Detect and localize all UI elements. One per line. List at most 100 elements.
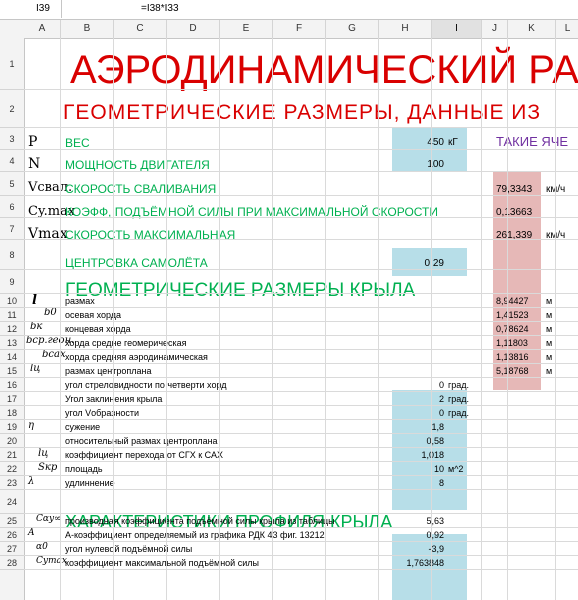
- row-label: СКОРОСТЬ СВАЛИВАНИЯ: [65, 182, 217, 196]
- row-label: угол нулевой подъёмной силы: [65, 544, 193, 554]
- row-header-13[interactable]: 13: [0, 336, 24, 350]
- row-header-1[interactable]: 1: [0, 38, 24, 90]
- row-label: хорда средне геомерическая: [65, 338, 187, 348]
- row-header-8[interactable]: 8: [0, 240, 24, 270]
- spreadsheet-grid[interactable]: АЭРОДИНАМИЧЕСКИЙ РА ГЕОМЕТРИЧЕСКИЕ РАЗМЕ…: [24, 38, 578, 600]
- grid-line: [24, 349, 578, 350]
- row-header-2[interactable]: 2: [0, 90, 24, 128]
- column-header-a[interactable]: A: [24, 20, 61, 38]
- grid-line: [24, 127, 578, 128]
- row-header-24[interactable]: 24: [0, 490, 24, 514]
- weight-value: 450: [427, 137, 444, 148]
- symbol-label: η: [28, 420, 34, 431]
- column-header-l[interactable]: L: [556, 20, 578, 38]
- row-label: угол Vобразности: [65, 408, 139, 418]
- row-header-14[interactable]: 14: [0, 350, 24, 364]
- grid-line: [24, 363, 578, 364]
- column-header-f[interactable]: F: [273, 20, 326, 38]
- row-header-28[interactable]: 28: [0, 556, 24, 570]
- grid-line: [481, 38, 482, 600]
- row-label: А-коэффициент определяемый из графика РД…: [65, 530, 325, 540]
- row-header-9[interactable]: 9: [0, 270, 24, 294]
- row-label: удлиннение: [65, 478, 115, 488]
- grid-line: [24, 475, 578, 476]
- column-header-b[interactable]: B: [61, 20, 114, 38]
- unit-label: град.: [448, 408, 470, 418]
- row-header-3[interactable]: 3: [0, 128, 24, 150]
- unit-label: град.: [448, 394, 470, 404]
- formula-bar: I39 =I38*I33: [0, 0, 578, 20]
- grid-line: [24, 419, 578, 420]
- value-cell: 8,94427: [496, 296, 529, 306]
- column-header-k[interactable]: K: [508, 20, 556, 38]
- grid-line: [24, 527, 578, 528]
- column-header-bar: ABCDEFGHIJKL: [0, 20, 578, 39]
- formula-input[interactable]: =I38*I33: [141, 0, 179, 18]
- name-box[interactable]: I39: [0, 0, 62, 18]
- row-header-15[interactable]: 15: [0, 364, 24, 378]
- row-header-16[interactable]: 16: [0, 378, 24, 392]
- grid-line: [166, 38, 167, 600]
- value-cell: 1,11803: [496, 338, 528, 348]
- row-header-20[interactable]: 20: [0, 434, 24, 448]
- row-label: МОЩНОСТЬ ДВИГАТЕЛЯ: [65, 158, 210, 172]
- row-header-26[interactable]: 26: [0, 528, 24, 542]
- column-header-d[interactable]: D: [167, 20, 220, 38]
- row-header-21[interactable]: 21: [0, 448, 24, 462]
- row-header-22[interactable]: 22: [0, 462, 24, 476]
- row-header-4[interactable]: 4: [0, 150, 24, 172]
- power-value: 100: [427, 159, 444, 170]
- column-header-i[interactable]: I: [432, 20, 482, 38]
- row-header-7[interactable]: 7: [0, 218, 24, 240]
- row-label: размах: [65, 296, 95, 306]
- grid-line: [24, 555, 578, 556]
- symbol-label: lц: [38, 448, 49, 459]
- symbol-label: bсах: [42, 349, 66, 360]
- value-cell: 0,78624: [496, 324, 529, 334]
- sheet-title: АЭРОДИНАМИЧЕСКИЙ РА: [70, 48, 578, 92]
- grid-line: [219, 38, 220, 600]
- row-header-17[interactable]: 17: [0, 392, 24, 406]
- row-header-12[interactable]: 12: [0, 322, 24, 336]
- unit-label: кГ: [448, 137, 458, 148]
- row-header-18[interactable]: 18: [0, 406, 24, 420]
- symbol-label: λ: [28, 476, 35, 487]
- row-header-19[interactable]: 19: [0, 420, 24, 434]
- value-cell: 1,8: [431, 422, 444, 432]
- grid-line: [24, 569, 578, 570]
- value-cell: 0,92: [426, 530, 444, 540]
- unit-label: м^2: [448, 464, 464, 474]
- unit-label: град.: [448, 380, 470, 390]
- grid-line: [507, 38, 508, 600]
- grid-line: [325, 38, 326, 600]
- grid-line: [24, 217, 578, 218]
- row-header-11[interactable]: 11: [0, 308, 24, 322]
- column-header-e[interactable]: E: [220, 20, 273, 38]
- grid-line: [24, 239, 578, 240]
- row-header-6[interactable]: 6: [0, 196, 24, 218]
- row-label: ВЕС: [65, 136, 90, 150]
- row-header-25[interactable]: 25: [0, 514, 24, 528]
- grid-line: [378, 38, 379, 600]
- column-header-c[interactable]: C: [114, 20, 167, 38]
- column-header-g[interactable]: G: [326, 20, 379, 38]
- column-header-h[interactable]: H: [379, 20, 432, 38]
- value-cell: 1,13816: [496, 352, 529, 362]
- symbol-label: P: [28, 134, 38, 150]
- grid-line: [24, 489, 578, 490]
- section-heading: ГЕОМЕТРИЧЕСКИЕ РАЗМЕРЫ КРЫЛА: [65, 280, 416, 301]
- column-header-j[interactable]: J: [482, 20, 508, 38]
- value-cell: 2: [438, 394, 444, 404]
- value-cell: 1,763848: [406, 558, 444, 568]
- grid-line: [24, 433, 578, 434]
- row-header-27[interactable]: 27: [0, 542, 24, 556]
- row-label: сужение: [65, 422, 101, 432]
- row-header-5[interactable]: 5: [0, 172, 24, 196]
- row-header-23[interactable]: 23: [0, 476, 24, 490]
- value-cell: 5,63: [426, 516, 444, 526]
- row-header-10[interactable]: 10: [0, 294, 24, 308]
- row-label: угол стреловидности по четверти хорд: [65, 380, 227, 390]
- row-label: площадь: [65, 464, 103, 474]
- row-header-bar: 1 2 3 4 5 6 7 8 9 10 11 12 13 14 15 16 17 18 19 20 21 22 23 24 2…: [0, 38, 25, 600]
- row-label: производная коэффициента подъёмной силы …: [65, 516, 335, 526]
